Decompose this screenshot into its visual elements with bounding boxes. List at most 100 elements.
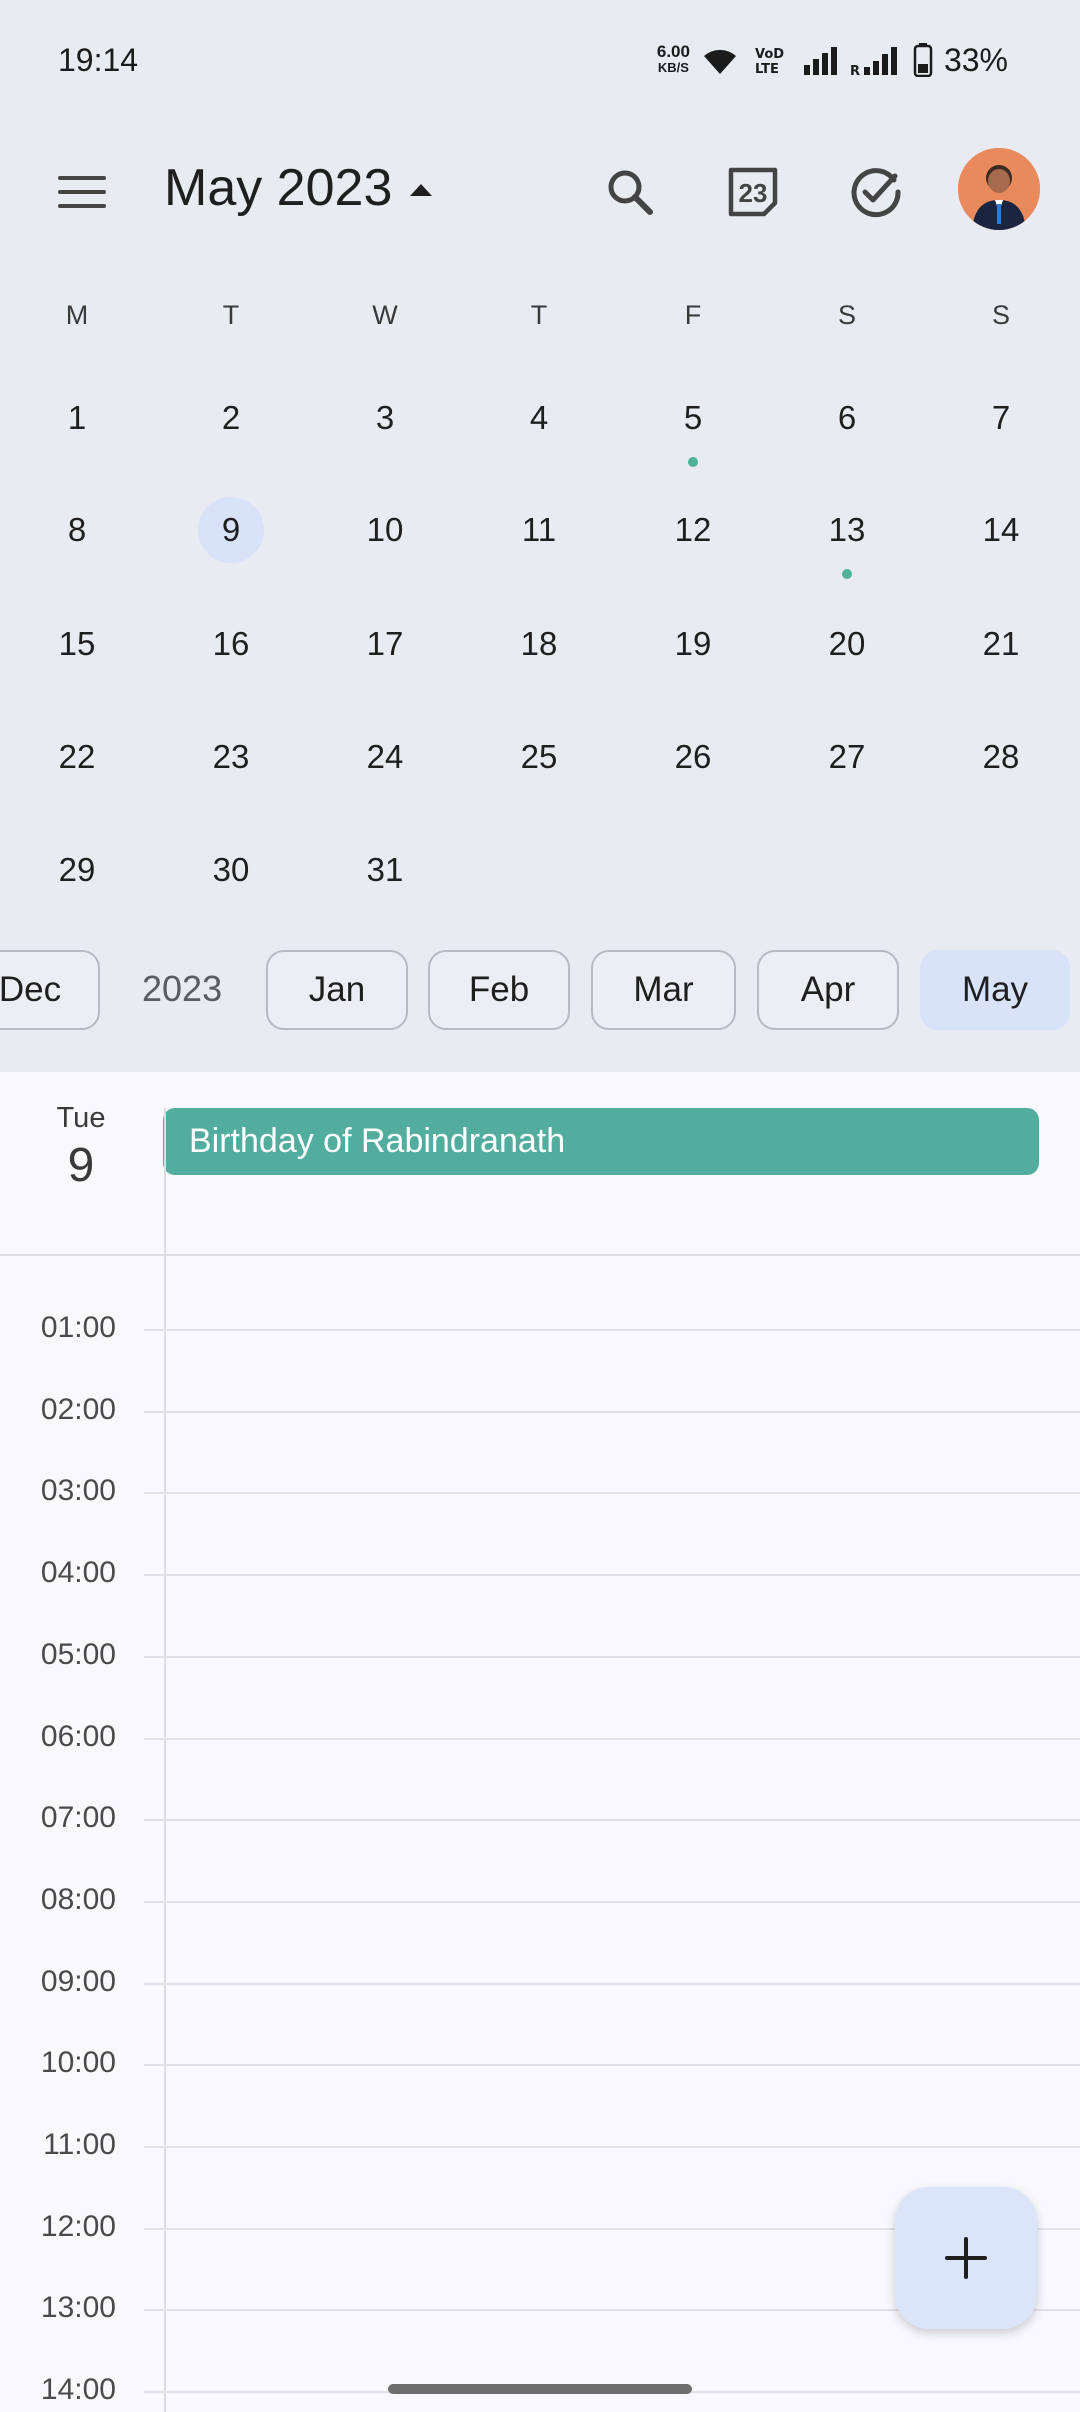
- chip-month-apr[interactable]: Apr: [757, 950, 899, 1030]
- chip-month-may[interactable]: May: [920, 950, 1070, 1030]
- volte-icon: VoD LTE: [750, 40, 790, 80]
- hour-label: 03:00: [40, 1474, 116, 1507]
- calendar-day[interactable]: 8: [0, 497, 154, 563]
- today-button[interactable]: 23: [717, 156, 789, 228]
- calendar-day[interactable]: 27: [770, 724, 924, 790]
- weekday-label: S: [837, 300, 856, 330]
- hour-label: 13:00: [40, 2291, 116, 2324]
- calendar-day[interactable]: 20: [770, 611, 924, 677]
- hour-row[interactable]: 08:00: [0, 1883, 1080, 1916]
- calendar-day[interactable]: 4: [462, 385, 616, 451]
- calendar-day[interactable]: 16: [154, 611, 308, 677]
- account-avatar[interactable]: [958, 148, 1040, 230]
- calendar-day[interactable]: 9: [154, 497, 308, 563]
- tasks-button[interactable]: [840, 156, 912, 228]
- calendar-day-number: 9: [221, 511, 241, 548]
- chip-year-label: 2023: [142, 968, 223, 1009]
- plus-icon: [945, 2237, 987, 2279]
- caret-up-icon: [410, 184, 433, 196]
- calendar-day[interactable]: 11: [462, 497, 616, 563]
- calendar-day-number: 3: [375, 399, 395, 436]
- calendar-day[interactable]: 24: [308, 724, 462, 790]
- calendar-day[interactable]: 28: [924, 724, 1078, 790]
- hour-label: 07:00: [40, 1801, 116, 1834]
- calendar-day-number: 7: [991, 399, 1011, 436]
- calendar-day-number: 10: [366, 511, 404, 548]
- calendar-day[interactable]: 3: [308, 385, 462, 451]
- calendar-day[interactable]: 5: [616, 385, 770, 467]
- tasks-check-icon: [851, 168, 901, 218]
- calendar-day[interactable]: 7: [924, 385, 1078, 451]
- calendar-day[interactable]: 14: [924, 497, 1078, 563]
- calendar-day-number: 28: [982, 738, 1020, 775]
- network-speed-value: 6.00: [656, 42, 690, 61]
- hour-row[interactable]: 04:00: [0, 1556, 1080, 1589]
- calendar-day-number: 19: [674, 625, 712, 662]
- calendar-day-number: 15: [58, 625, 96, 662]
- all-day-divider: [0, 1254, 1080, 1256]
- calendar-day[interactable]: 26: [616, 724, 770, 790]
- hour-label: 04:00: [40, 1556, 116, 1589]
- calendar-day[interactable]: 18: [462, 611, 616, 677]
- month-chip-row: Dec 2023 Jan Feb Mar Apr May: [0, 950, 1080, 1032]
- create-event-button[interactable]: [895, 2187, 1037, 2329]
- month-picker-toggle[interactable]: May 2023: [164, 158, 433, 218]
- calendar-day-number: 30: [212, 851, 250, 888]
- hour-label: 02:00: [40, 1393, 116, 1426]
- calendar-day-number: 24: [366, 738, 404, 775]
- calendar-day-number: 4: [529, 399, 549, 436]
- calendar-day[interactable]: 23: [154, 724, 308, 790]
- weekday-header: M T W T F S S: [0, 300, 1080, 340]
- chip-month-mar[interactable]: Mar: [591, 950, 736, 1030]
- weekday-label: T: [222, 300, 240, 330]
- calendar-day[interactable]: 19: [616, 611, 770, 677]
- event-indicator-dot: [842, 569, 852, 579]
- gesture-nav-handle[interactable]: [388, 2384, 692, 2394]
- all-day-event[interactable]: Birthday of Rabindranath: [163, 1108, 1039, 1175]
- hour-row[interactable]: 07:00: [0, 1801, 1080, 1834]
- hour-gridline: [144, 2064, 1080, 2066]
- chip-month-dec[interactable]: Dec: [0, 950, 100, 1030]
- calendar-day-number: 2: [221, 399, 241, 436]
- chip-month-jan[interactable]: Jan: [266, 950, 408, 1030]
- hour-row[interactable]: 11:00: [0, 2128, 1080, 2161]
- hour-row[interactable]: 10:00: [0, 2046, 1080, 2079]
- calendar-day[interactable]: 21: [924, 611, 1078, 677]
- hour-row[interactable]: 09:00: [0, 1965, 1080, 1998]
- hour-row[interactable]: 01:00: [0, 1311, 1080, 1344]
- calendar-day[interactable]: 31: [308, 837, 462, 903]
- calendar-day[interactable]: 17: [308, 611, 462, 677]
- calendar-day[interactable]: 13: [770, 497, 924, 579]
- battery-percent: 33%: [943, 41, 1008, 78]
- calendar-day[interactable]: 12: [616, 497, 770, 563]
- wifi-icon: [700, 40, 740, 80]
- calendar-day[interactable]: 25: [462, 724, 616, 790]
- battery-icon: [912, 40, 934, 80]
- calendar-day[interactable]: 10: [308, 497, 462, 563]
- today-calendar-day: 23: [739, 178, 768, 208]
- hour-gridline: [144, 1329, 1080, 1331]
- calendar-day[interactable]: 22: [0, 724, 154, 790]
- calendar-day[interactable]: 6: [770, 385, 924, 451]
- hour-label: 05:00: [40, 1638, 116, 1671]
- calendar-day[interactable]: 2: [154, 385, 308, 451]
- network-speed: 6.00 KB/S: [656, 42, 690, 76]
- time-column-divider: [164, 1108, 166, 2412]
- calendar-day[interactable]: 1: [0, 385, 154, 451]
- calendar-day-number: 21: [982, 625, 1020, 662]
- calendar-day[interactable]: 30: [154, 837, 308, 903]
- hour-row[interactable]: 03:00: [0, 1474, 1080, 1507]
- calendar-day-number: 12: [674, 511, 712, 548]
- hour-row[interactable]: 05:00: [0, 1638, 1080, 1671]
- chip-month-feb[interactable]: Feb: [428, 950, 570, 1030]
- calendar-day-number: 25: [520, 738, 558, 775]
- calendar-day[interactable]: 29: [0, 837, 154, 903]
- search-icon: [608, 170, 653, 215]
- hour-gridline: [144, 1901, 1080, 1903]
- search-button[interactable]: [594, 156, 666, 228]
- menu-button[interactable]: [50, 160, 114, 224]
- hour-row[interactable]: 02:00: [0, 1393, 1080, 1426]
- hour-row[interactable]: 06:00: [0, 1720, 1080, 1753]
- svg-text:LTE: LTE: [755, 62, 779, 76]
- calendar-day[interactable]: 15: [0, 611, 154, 677]
